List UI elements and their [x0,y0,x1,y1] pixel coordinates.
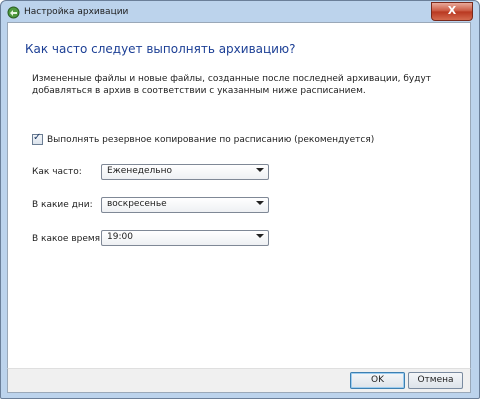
days-value: воскресенье [107,199,167,209]
frequency-value: Еженедельно [107,166,172,176]
days-select[interactable]: воскресенье [101,197,269,213]
time-select[interactable]: 19:00 [101,230,269,246]
schedule-checkbox-label: Выполнять резервное копирование по распи… [47,134,375,145]
schedule-checkbox-row[interactable]: Выполнять резервное копирование по распи… [32,132,375,145]
close-button[interactable]: X [431,2,473,21]
description-text: Измененные файлы и новые файлы, созданны… [32,74,432,96]
frequency-select[interactable]: Еженедельно [101,164,269,180]
cancel-button[interactable]: Отмена [408,372,463,389]
time-value: 19:00 [107,232,133,242]
backup-app-icon [7,6,20,19]
ok-button[interactable]: OK [350,372,405,389]
close-icon: X [447,4,457,17]
page-heading: Как часто следует выполнять архивацию? [25,42,296,56]
schedule-checkbox[interactable] [32,132,43,145]
days-label: В какие дни: [32,200,93,210]
title-bar: Настройка архивации X [1,1,479,23]
chevron-down-icon [256,168,264,172]
frequency-label: Как часто: [32,167,82,177]
time-label: В какое время: [32,234,104,244]
chevron-down-icon [256,201,264,205]
chevron-down-icon [256,234,264,238]
window-title: Настройка архивации [24,7,129,17]
